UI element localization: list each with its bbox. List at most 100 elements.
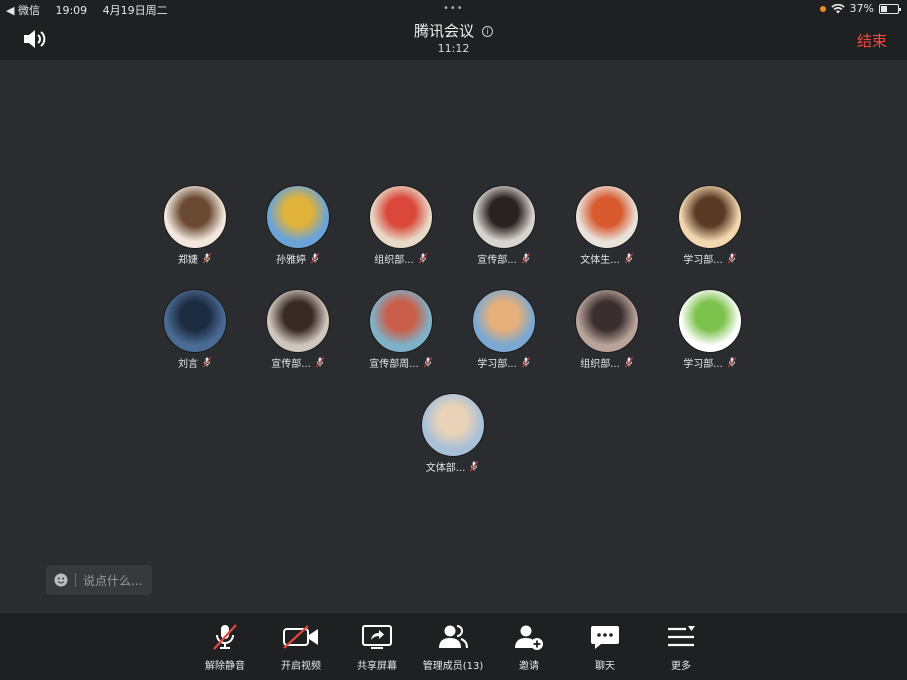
- mic-muted-icon: [213, 624, 237, 650]
- members-icon: [439, 625, 468, 649]
- participant-label: 组织部...: [565, 355, 649, 370]
- participant-label: 文体生...: [565, 251, 649, 266]
- chat-placeholder: 说点什么...: [83, 573, 143, 588]
- meeting-title: 腾讯会议: [413, 22, 474, 40]
- invite-label: 邀请: [519, 661, 539, 672]
- mic-muted-icon: [727, 357, 736, 368]
- more-button[interactable]: 更多: [643, 623, 719, 672]
- participant-avatar[interactable]: [266, 289, 330, 353]
- participant-name: 学习部...: [477, 359, 517, 370]
- video-off-icon: [283, 625, 318, 649]
- participant-tile[interactable]: 宣传部周...: [359, 289, 443, 370]
- participant-name: 刘言: [178, 359, 198, 370]
- mic-muted-icon: [624, 357, 633, 368]
- meeting-toolbar: 解除静音 开启视频 共享屏幕 管理成员(13) 邀请 聊天 更多: [0, 613, 907, 680]
- participant-tile[interactable]: 宣传部...: [256, 289, 340, 370]
- battery-icon: [879, 3, 901, 14]
- status-date: 4月19日周二: [102, 4, 168, 17]
- mic-muted-icon: [727, 253, 736, 264]
- start-video-label: 开启视频: [281, 661, 321, 672]
- back-to-app-link[interactable]: ◀ 微信: [6, 4, 40, 17]
- unmute-button[interactable]: 解除静音: [187, 623, 263, 672]
- participant-avatar[interactable]: [163, 289, 227, 353]
- info-icon[interactable]: i: [482, 26, 493, 37]
- participant-label: 宣传部周...: [359, 355, 443, 370]
- participant-avatar[interactable]: [369, 289, 433, 353]
- participant-label: 学习部...: [668, 355, 752, 370]
- participant-label: 学习部...: [668, 251, 752, 266]
- participant-label: 郑婕: [153, 251, 237, 266]
- mic-muted-icon: [310, 253, 320, 264]
- participant-tile[interactable]: 宣传部...: [462, 185, 546, 266]
- emoji-icon[interactable]: [54, 573, 68, 587]
- chat-bubble-icon: [591, 626, 619, 649]
- unmute-label: 解除静音: [205, 661, 245, 672]
- multitask-dots-icon[interactable]: •••: [443, 3, 464, 14]
- mic-muted-icon: [202, 357, 212, 368]
- participant-name: 文体部...: [425, 463, 466, 474]
- end-meeting-button[interactable]: 结束: [857, 30, 887, 51]
- participant-tile[interactable]: 组织部...: [565, 289, 649, 370]
- participant-label: 文体部...: [411, 459, 495, 474]
- status-right: 37%: [819, 2, 901, 15]
- participant-name: 组织部...: [580, 359, 620, 370]
- participant-tile[interactable]: 文体生...: [565, 185, 649, 266]
- mic-muted-icon: [521, 253, 530, 264]
- participant-label: 宣传部...: [256, 355, 340, 370]
- status-left: ◀ 微信 19:09 4月19日周二: [6, 2, 180, 18]
- mic-muted-icon: [521, 357, 530, 368]
- chat-divider: [75, 573, 76, 587]
- meeting-timer: 11:12: [437, 42, 470, 55]
- mic-muted-icon: [418, 253, 427, 264]
- participant-name: 学习部...: [683, 255, 723, 266]
- participant-avatar[interactable]: [266, 185, 330, 249]
- participant-name: 郑婕: [178, 255, 198, 266]
- chat-input[interactable]: 说点什么...: [46, 565, 152, 595]
- battery-percent: 37%: [849, 2, 874, 15]
- participant-tile[interactable]: 学习部...: [462, 289, 546, 370]
- status-time: 19:09: [55, 4, 88, 17]
- invite-button[interactable]: 邀请: [491, 623, 567, 672]
- participant-name: 学习部...: [683, 359, 723, 370]
- mic-muted-icon: [423, 357, 432, 368]
- more-label: 更多: [671, 661, 691, 672]
- participant-avatar[interactable]: [472, 289, 536, 353]
- participant-tile[interactable]: 学习部...: [668, 289, 752, 370]
- participant-tile[interactable]: 学习部...: [668, 185, 752, 266]
- participant-tile[interactable]: 刘言: [153, 289, 237, 370]
- mic-in-use-indicator-icon: [819, 5, 826, 12]
- chat-button[interactable]: 聊天: [567, 623, 643, 672]
- manage-members-label: 管理成员(13): [422, 661, 484, 672]
- wifi-icon: [830, 3, 845, 13]
- participant-avatar[interactable]: [420, 393, 485, 457]
- status-bar: ◀ 微信 19:09 4月19日周二 ••• 37%: [0, 0, 907, 18]
- manage-members-button[interactable]: 管理成员(13): [415, 623, 491, 672]
- participant-avatar[interactable]: [472, 185, 536, 249]
- share-screen-button[interactable]: 共享屏幕: [339, 623, 415, 672]
- participant-name: 组织部...: [374, 255, 414, 266]
- participant-avatar[interactable]: [575, 185, 639, 249]
- participant-tile[interactable]: 组织部...: [359, 185, 443, 266]
- participant-tile[interactable]: 郑婕: [153, 185, 237, 266]
- share-screen-icon: [362, 625, 392, 649]
- participant-name: 宣传部...: [271, 359, 311, 370]
- participant-label: 学习部...: [462, 355, 546, 370]
- participant-avatar[interactable]: [369, 185, 433, 249]
- participant-avatar[interactable]: [163, 185, 227, 249]
- participant-name: 文体生...: [580, 255, 620, 266]
- participant-avatar[interactable]: [678, 185, 742, 249]
- participant-avatar[interactable]: [678, 289, 742, 353]
- chat-label: 聊天: [595, 661, 615, 672]
- start-video-button[interactable]: 开启视频: [263, 623, 339, 672]
- more-menu-icon: [668, 626, 695, 647]
- share-screen-label: 共享屏幕: [357, 661, 397, 672]
- mic-muted-icon: [470, 461, 479, 472]
- participant-avatar[interactable]: [575, 289, 639, 353]
- participant-label: 组织部...: [359, 251, 443, 266]
- participant-name: 宣传部...: [477, 255, 517, 266]
- participant-tile[interactable]: 孙雅婷: [256, 185, 340, 266]
- invite-user-icon: [515, 625, 543, 650]
- participant-label: 刘言: [153, 355, 237, 370]
- mic-muted-icon: [624, 253, 633, 264]
- participant-tile[interactable]: 文体部...: [411, 393, 495, 474]
